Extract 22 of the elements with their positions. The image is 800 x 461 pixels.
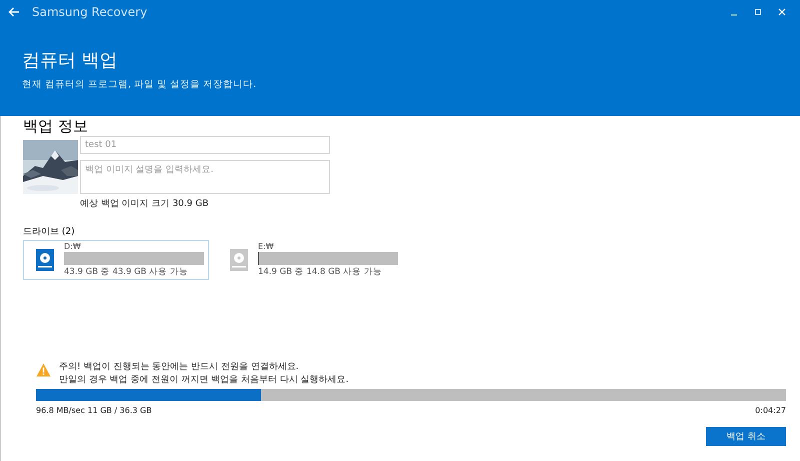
window-title: Samsung Recovery <box>32 5 148 19</box>
warning-icon <box>36 363 51 377</box>
disk-drive-icon <box>230 249 248 271</box>
back-button[interactable] <box>6 5 22 19</box>
drive-capacity: 14.9 GB 중 14.8 GB 사용 가능 <box>258 266 383 278</box>
cancel-backup-button[interactable]: 백업 취소 <box>706 427 786 446</box>
drive-tile[interactable]: D:₩ 43.9 GB 중 43.9 GB 사용 가능 <box>23 240 209 280</box>
transfer-stats: 96.8 MB/sec 11 GB / 36.3 GB <box>36 406 152 415</box>
drive-capacity: 43.9 GB 중 43.9 GB 사용 가능 <box>64 266 189 278</box>
drives-label: 드라이브 (2) <box>23 226 76 238</box>
warning-text: 주의! 백업이 진행되는 동안에는 반드시 전원을 연결하세요. <box>59 361 300 374</box>
page-title: 컴퓨터 백업 <box>22 49 119 72</box>
drive-name: D:₩ <box>64 242 82 251</box>
section-title: 백업 정보 <box>23 116 89 136</box>
warning-text: 만일의 경우 백업 중에 전원이 꺼지면 백업을 처음부터 다시 실행하세요. <box>59 374 349 387</box>
drive-name: E:₩ <box>258 242 275 251</box>
time-remaining: 0:04:27 <box>755 406 786 415</box>
disk-drive-icon <box>36 249 54 271</box>
page-subtitle: 현재 컴퓨터의 프로그램, 파일 및 설정을 저장합니다. <box>22 78 258 91</box>
image-size-label: 예상 백업 이미지 크기 30.9 GB <box>80 198 210 210</box>
description-field[interactable]: 백업 이미지 설명을 입력하세요. <box>80 160 330 194</box>
drive-tile[interactable]: E:₩ 14.9 GB 중 14.8 GB 사용 가능 <box>217 240 403 280</box>
